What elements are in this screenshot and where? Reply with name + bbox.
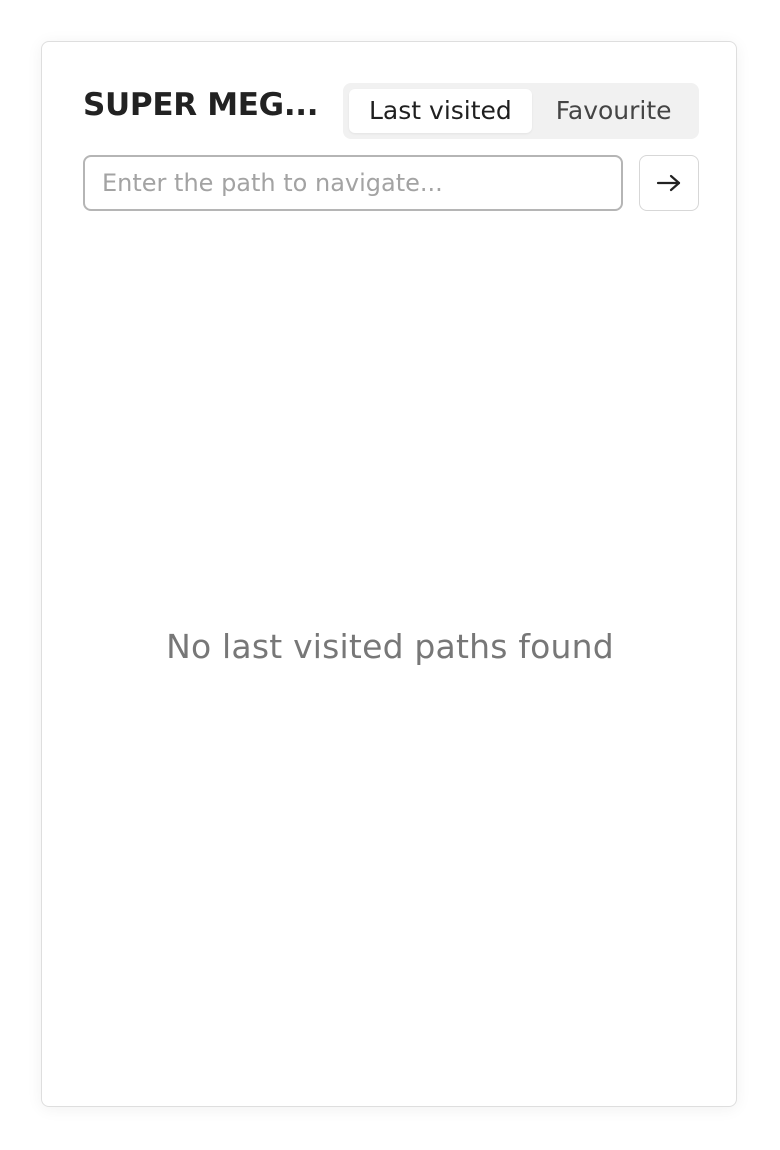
empty-state-message: No last visited paths found [166,627,614,666]
tab-last-visited[interactable]: Last visited [349,89,532,133]
navigate-go-button[interactable] [639,155,699,211]
tab-switcher: Last visited Favourite [343,83,699,139]
path-input[interactable] [83,155,623,211]
arrow-right-icon [656,174,681,192]
tab-favourite[interactable]: Favourite [536,89,692,133]
panel-header: SUPER MEG... Last visited Favourite [83,83,699,139]
panel-title: SUPER MEG... [83,87,319,123]
path-navigator-panel: SUPER MEG... Last visited Favourite No l… [41,41,737,1107]
navigate-row [83,155,699,211]
